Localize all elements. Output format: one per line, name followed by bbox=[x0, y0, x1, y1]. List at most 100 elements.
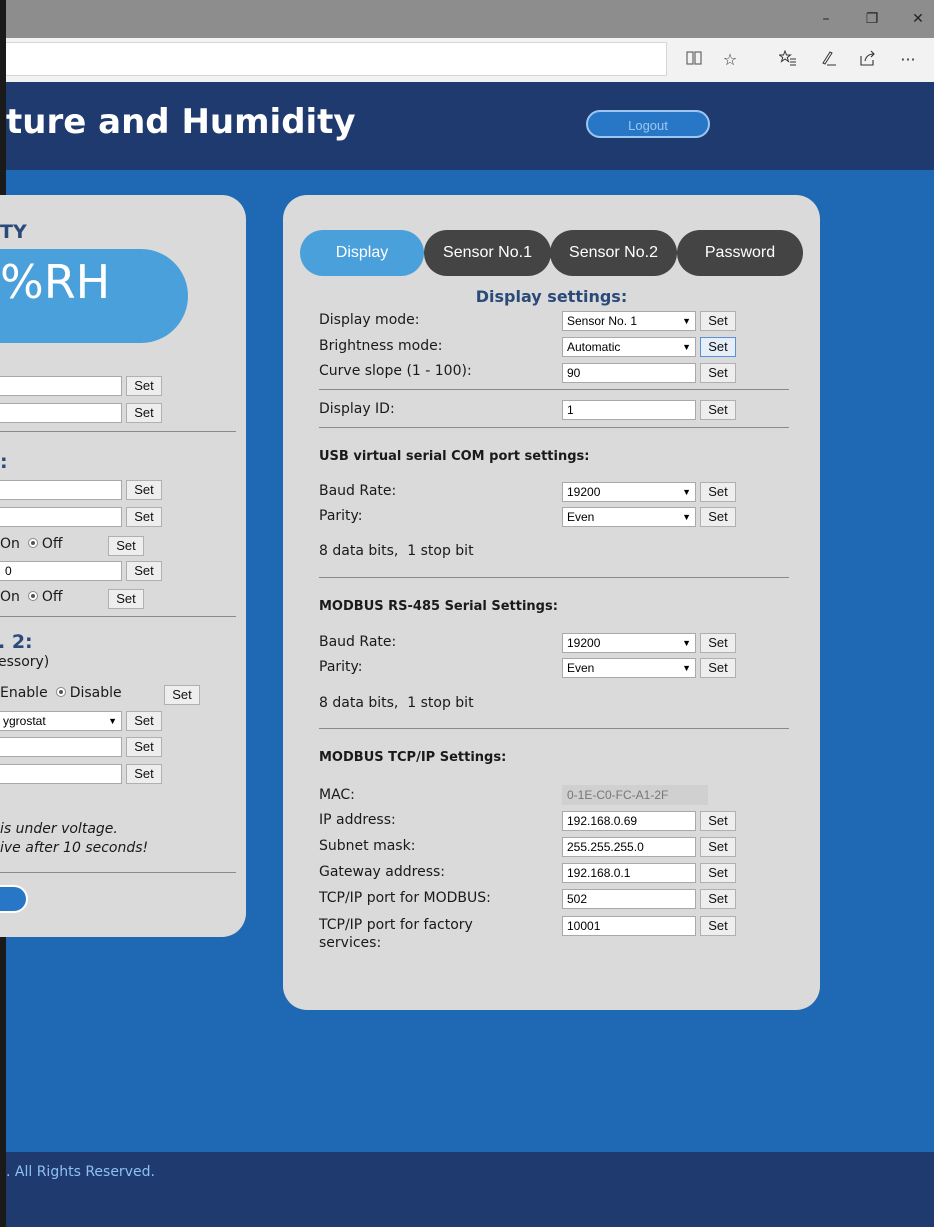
tab-sensor-1[interactable]: Sensor No.1 bbox=[424, 230, 551, 276]
set-ip-button[interactable]: Set bbox=[700, 811, 736, 831]
left-field-3[interactable] bbox=[0, 480, 122, 500]
more-icon[interactable]: ··· bbox=[896, 50, 920, 70]
usb-baud-select[interactable]: 19200 ▼ bbox=[562, 482, 696, 502]
set-curve-slope-button[interactable]: Set bbox=[700, 363, 736, 383]
set-modbus-port-button[interactable]: Set bbox=[700, 889, 736, 909]
on-label: On bbox=[0, 589, 20, 605]
disable-radio[interactable] bbox=[55, 687, 66, 697]
set-usb-baud-button[interactable]: Set bbox=[700, 482, 736, 502]
brightness-mode-select[interactable]: Automatic ▼ bbox=[562, 337, 696, 357]
curve-slope-input[interactable]: 90 bbox=[562, 363, 696, 383]
curve-slope-label: Curve slope (1 - 100): bbox=[319, 363, 472, 379]
set-factory-port-button[interactable]: Set bbox=[700, 916, 736, 936]
select-value: Even bbox=[567, 510, 595, 524]
left-panel-title: TY bbox=[0, 221, 27, 243]
set-modbus-baud-button[interactable]: Set bbox=[700, 633, 736, 653]
left-panel-button[interactable] bbox=[0, 885, 28, 913]
divider bbox=[319, 389, 789, 390]
display-mode-select[interactable]: Sensor No. 1 ▼ bbox=[562, 311, 696, 331]
tab-sensor-2[interactable]: Sensor No.2 bbox=[550, 230, 677, 276]
tab-display[interactable]: Display bbox=[300, 230, 424, 276]
set-button[interactable]: Set bbox=[164, 685, 200, 705]
factory-port-input[interactable]: 10001 bbox=[562, 916, 696, 936]
display-id-input[interactable]: 1 bbox=[562, 400, 696, 420]
set-button[interactable]: Set bbox=[126, 403, 162, 423]
divider bbox=[319, 427, 789, 428]
dropdown-arrow-icon: ▼ bbox=[682, 487, 691, 497]
restore-button[interactable]: ❐ bbox=[857, 8, 887, 30]
section-title: : bbox=[0, 451, 8, 473]
dropdown-arrow-icon: ▼ bbox=[682, 638, 691, 648]
ip-address-label: IP address: bbox=[319, 812, 396, 828]
select-value: 19200 bbox=[567, 485, 601, 499]
disable-label: Disable bbox=[69, 685, 122, 701]
modbus-baud-select[interactable]: 19200 ▼ bbox=[562, 633, 696, 653]
mode-select[interactable]: ygrostat ▼ bbox=[0, 711, 122, 731]
left-field-7[interactable] bbox=[0, 764, 122, 784]
url-field[interactable] bbox=[6, 42, 667, 76]
usb-parity-select[interactable]: Even ▼ bbox=[562, 507, 696, 527]
set-button[interactable]: Set bbox=[126, 764, 162, 784]
ip-address-input[interactable]: 192.168.0.69 bbox=[562, 811, 696, 831]
page-header: ture and Humidity Logout bbox=[6, 82, 934, 170]
select-value: Sensor No. 1 bbox=[567, 314, 638, 328]
tab-password[interactable]: Password bbox=[677, 230, 803, 276]
select-value: 19200 bbox=[567, 636, 601, 650]
display-id-label: Display ID: bbox=[319, 401, 395, 417]
close-button[interactable]: ✕ bbox=[903, 8, 933, 30]
off-label: Off bbox=[41, 536, 63, 552]
factory-port-label-1: TCP/IP port for factory bbox=[319, 917, 473, 933]
pen-icon[interactable] bbox=[816, 50, 840, 70]
browser-titlebar: – ❐ ✕ bbox=[6, 0, 934, 38]
left-panel: TY %RH Set Set : Set Set On Off Set 0 Set… bbox=[0, 195, 246, 937]
usb-parity-label: Parity: bbox=[319, 508, 363, 524]
reading-view-icon[interactable] bbox=[682, 50, 706, 70]
set-button[interactable]: Set bbox=[126, 376, 162, 396]
left-field-1[interactable] bbox=[0, 376, 122, 396]
set-button[interactable]: Set bbox=[126, 561, 162, 581]
factory-port-label-2: services: bbox=[319, 935, 382, 951]
select-value: ygrostat bbox=[3, 714, 46, 728]
off-radio[interactable] bbox=[27, 538, 38, 548]
set-button[interactable]: Set bbox=[126, 711, 162, 731]
gateway-input[interactable]: 192.168.0.1 bbox=[562, 863, 696, 883]
minimize-button[interactable]: – bbox=[811, 8, 841, 30]
divider bbox=[0, 616, 236, 617]
set-subnet-button[interactable]: Set bbox=[700, 837, 736, 857]
left-field-4[interactable] bbox=[0, 507, 122, 527]
settings-panel: Display Sensor No.1 Sensor No.2 Password… bbox=[283, 195, 820, 1010]
dropdown-arrow-icon: ▼ bbox=[108, 716, 117, 726]
left-field-2[interactable] bbox=[0, 403, 122, 423]
set-brightness-button[interactable]: Set bbox=[700, 337, 736, 357]
subnet-mask-input[interactable]: 255.255.255.0 bbox=[562, 837, 696, 857]
page-footer: . All Rights Reserved. bbox=[6, 1152, 934, 1227]
mac-field: 0-1E-C0-FC-A1-2F bbox=[562, 785, 708, 805]
on-label: On bbox=[0, 536, 20, 552]
set-display-mode-button[interactable]: Set bbox=[700, 311, 736, 331]
enable-label: Enable bbox=[0, 685, 48, 701]
left-field-5[interactable]: 0 bbox=[0, 561, 122, 581]
set-gateway-button[interactable]: Set bbox=[700, 863, 736, 883]
logout-button[interactable]: Logout bbox=[586, 110, 710, 138]
modbus-parity-select[interactable]: Even ▼ bbox=[562, 658, 696, 678]
divider bbox=[0, 872, 236, 873]
set-button[interactable]: Set bbox=[126, 480, 162, 500]
set-button[interactable]: Set bbox=[108, 536, 144, 556]
left-field-6[interactable] bbox=[0, 737, 122, 757]
favorites-hub-icon[interactable] bbox=[776, 49, 800, 70]
set-usb-parity-button[interactable]: Set bbox=[700, 507, 736, 527]
favorite-star-icon[interactable]: ☆ bbox=[718, 50, 742, 70]
share-icon[interactable] bbox=[856, 50, 880, 70]
set-modbus-parity-button[interactable]: Set bbox=[700, 658, 736, 678]
modbus-port-input[interactable]: 502 bbox=[562, 889, 696, 909]
section-title: . 2: bbox=[0, 631, 33, 653]
set-button[interactable]: Set bbox=[108, 589, 144, 609]
off-radio[interactable] bbox=[27, 591, 38, 601]
divider bbox=[319, 577, 789, 578]
set-button[interactable]: Set bbox=[126, 737, 162, 757]
set-display-id-button[interactable]: Set bbox=[700, 400, 736, 420]
section-subtitle: essory) bbox=[0, 654, 50, 670]
dropdown-arrow-icon: ▼ bbox=[682, 663, 691, 673]
set-button[interactable]: Set bbox=[126, 507, 162, 527]
warning-line-1: is under voltage. bbox=[0, 821, 118, 837]
